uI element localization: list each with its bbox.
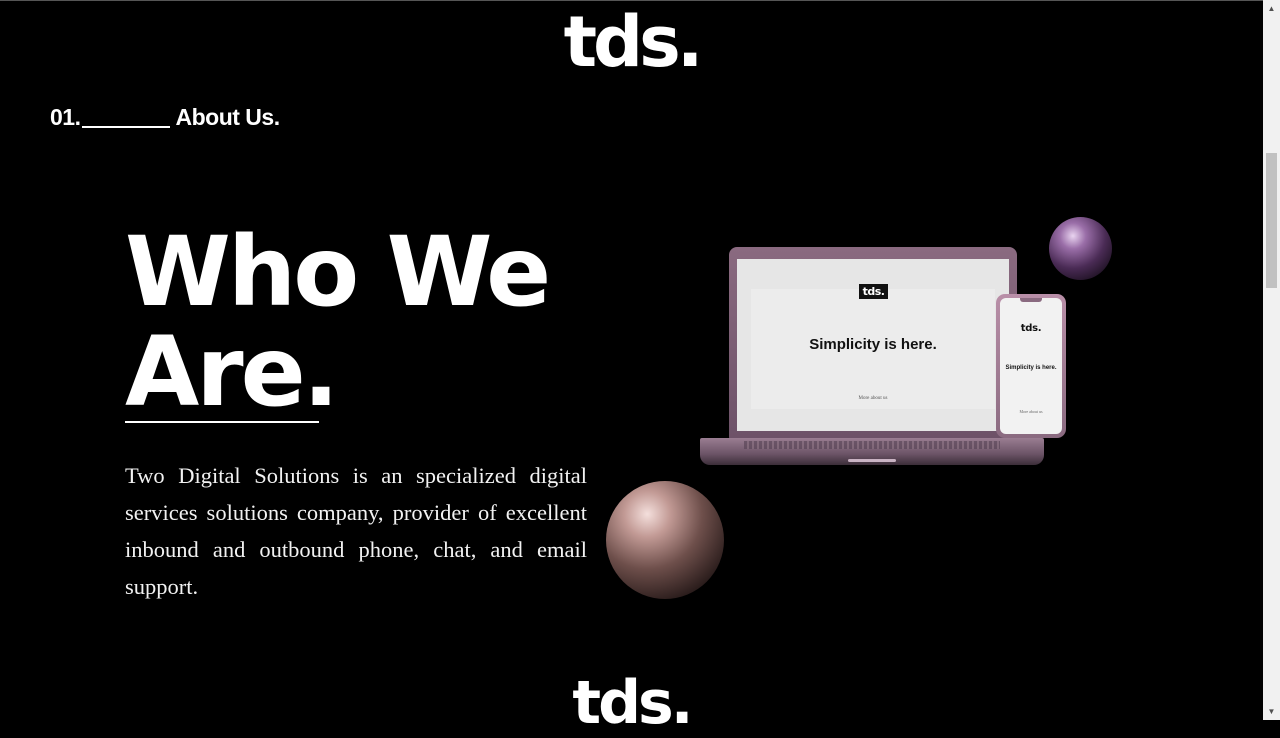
laptop-mockup: tds. Simplicity is here. More about us <box>729 247 1017 439</box>
hero-headline-line-1: Who We <box>125 216 551 328</box>
headline-underline <box>125 421 319 423</box>
section-heading: 01. About Us. <box>50 104 280 131</box>
hero-headline-line-2: Are. <box>125 316 339 428</box>
laptop-keyboard <box>744 441 1000 449</box>
phone-notch <box>1020 298 1042 302</box>
scroll-up-arrow-icon[interactable]: ▲ <box>1263 0 1280 17</box>
section-title: About Us. <box>175 104 280 130</box>
hero-headline: Who We Are. <box>125 216 551 428</box>
laptop-display: tds. Simplicity is here. More about us <box>737 259 1009 431</box>
laptop-more-link: More about us <box>858 396 888 401</box>
decorative-sphere-large <box>606 481 724 599</box>
hero-description: Two Digital Solutions is an specialized … <box>125 463 587 599</box>
phone-tagline: Simplicity is here. <box>1005 365 1057 371</box>
phone-more-link: More about us <box>1019 409 1043 414</box>
phone-mockup: tds. Simplicity is here. More about us <box>996 294 1066 438</box>
phone-logo: tds. <box>1020 323 1042 334</box>
laptop-tagline: Simplicity is here. <box>809 336 937 353</box>
scroll-down-arrow-icon[interactable]: ▼ <box>1263 703 1280 720</box>
vertical-scrollbar[interactable]: ▲ ▼ <box>1263 0 1280 720</box>
section-number: 01. <box>50 104 81 130</box>
decorative-sphere-small <box>1049 217 1112 280</box>
laptop-trackpad-notch <box>848 459 896 462</box>
phone-screen: tds. Simplicity is here. More about us <box>1000 298 1062 434</box>
laptop-logo: tds. <box>859 284 888 299</box>
scrollbar-thumb[interactable] <box>1266 153 1277 288</box>
header-logo[interactable]: tds. <box>0 2 1263 82</box>
laptop-base <box>700 438 1044 465</box>
section-divider-line <box>82 126 171 128</box>
next-section-logo[interactable]: tds. <box>0 668 1263 738</box>
